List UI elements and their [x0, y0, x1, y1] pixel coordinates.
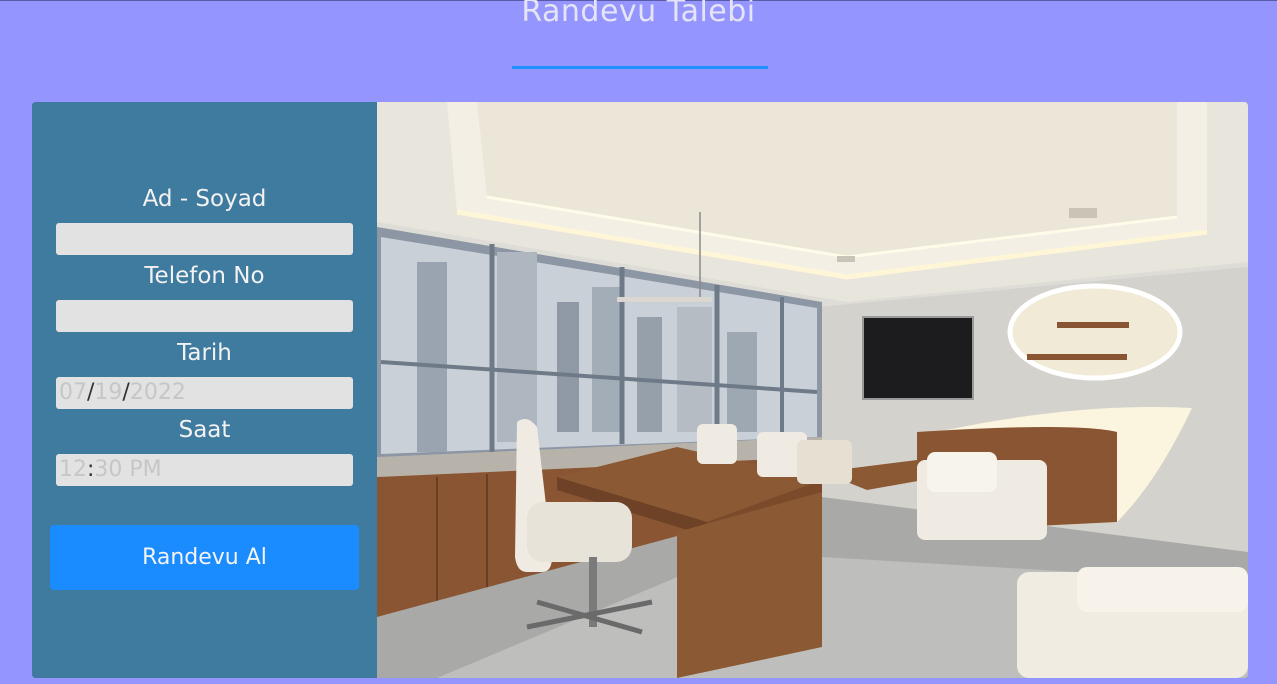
time-label: Saat — [178, 417, 231, 443]
office-photo — [377, 102, 1248, 678]
phone-input[interactable] — [56, 300, 353, 332]
date-year[interactable]: 2022 — [130, 380, 186, 405]
page-title: Randevu Talebi — [521, 0, 756, 29]
name-label: Ad - Soyad — [142, 186, 267, 212]
date-label: Tarih — [177, 340, 232, 366]
date-month[interactable]: 07 — [59, 380, 87, 405]
date-day[interactable]: 19 — [94, 380, 122, 405]
phone-label: Telefon No — [144, 263, 265, 289]
date-separator: / — [122, 380, 130, 405]
appointment-card: Ad - Soyad Telefon No Tarih 07/19/2022 S… — [32, 102, 1248, 678]
time-hour[interactable]: 12 — [59, 457, 87, 482]
time-minute-period[interactable]: 30 PM — [94, 457, 161, 482]
submit-button[interactable]: Randevu Al — [50, 525, 359, 590]
time-input[interactable]: 12:30 PM — [56, 454, 353, 486]
appointment-form: Ad - Soyad Telefon No Tarih 07/19/2022 S… — [32, 102, 377, 678]
name-input[interactable] — [56, 223, 353, 255]
date-input[interactable]: 07/19/2022 — [56, 377, 353, 409]
title-underline — [512, 66, 768, 69]
